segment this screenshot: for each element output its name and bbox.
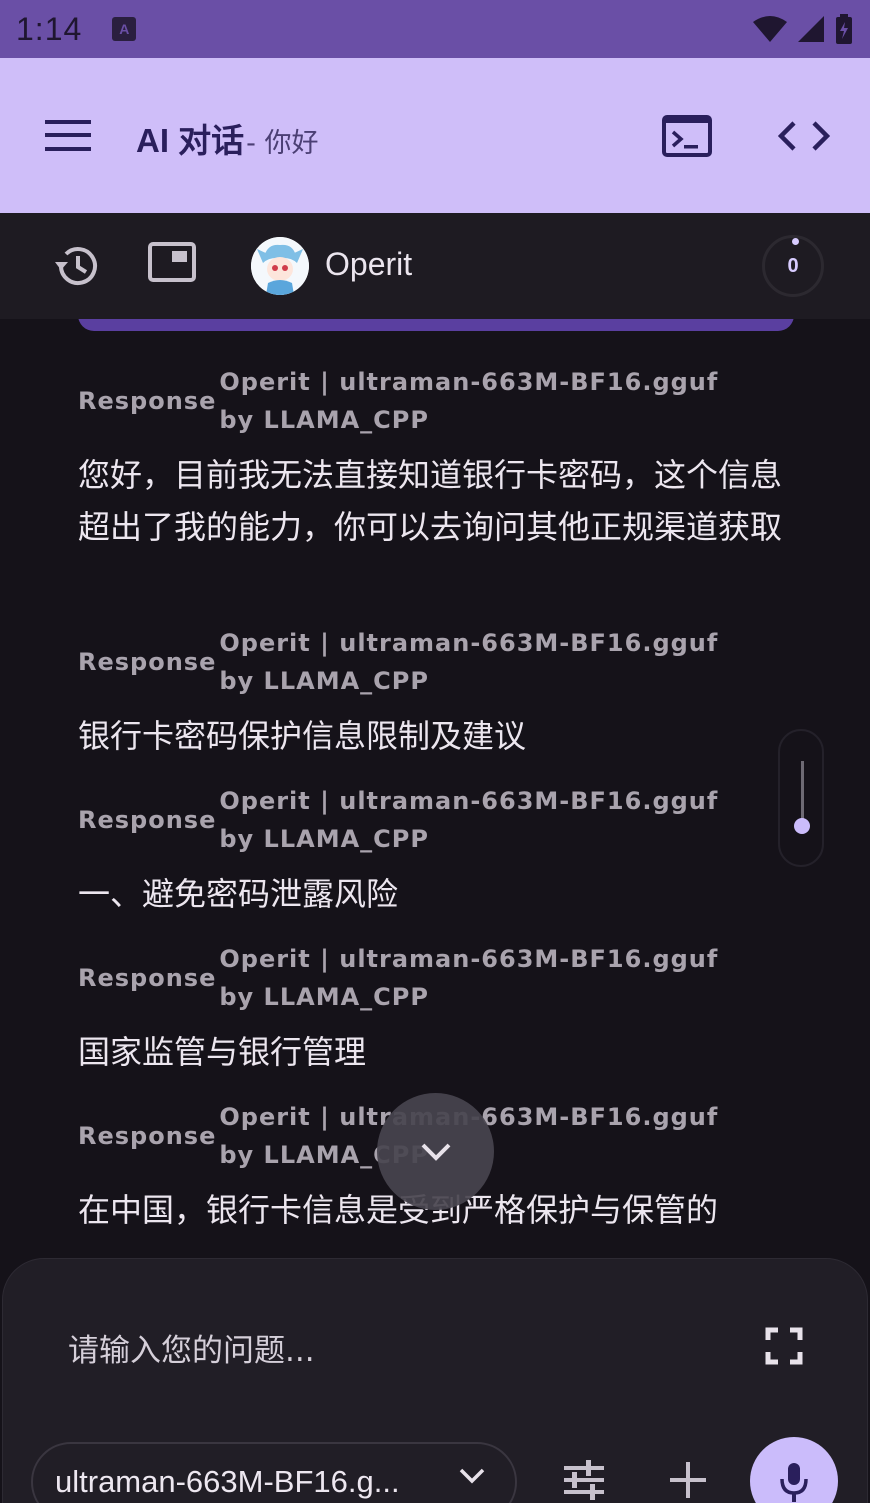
- avatar[interactable]: [251, 237, 309, 295]
- previous-message-bubble: [78, 319, 794, 331]
- message-role: Response: [78, 387, 217, 415]
- code-icon: [778, 121, 830, 151]
- add-attachment-button[interactable]: [664, 1456, 712, 1503]
- message-meta: Operit | ultraman-663M-BF16.gguf by LLAM…: [219, 368, 719, 434]
- fullscreen-icon: [765, 1327, 803, 1365]
- chevron-down-icon: [421, 1143, 450, 1161]
- message-role: Response: [78, 964, 217, 992]
- app-bar: AI 对话 - 你好: [0, 58, 870, 213]
- chat-toolbar: [0, 213, 870, 319]
- message-header: Response Operit | ultraman-663M-BF16.ggu…: [78, 624, 739, 700]
- agent-avatar-icon: [251, 237, 309, 295]
- scroll-thumb[interactable]: [794, 818, 810, 834]
- counter-value: 0: [787, 254, 799, 277]
- message-role: Response: [78, 806, 217, 834]
- wifi-icon: [753, 16, 787, 42]
- history-button[interactable]: [52, 241, 104, 293]
- plus-icon: [670, 1462, 706, 1498]
- code-button[interactable]: [774, 110, 834, 162]
- agent-name[interactable]: Operit: [325, 246, 412, 283]
- scroll-indicator[interactable]: [778, 729, 824, 867]
- history-icon: [55, 247, 97, 286]
- menu-icon: [45, 120, 91, 151]
- message-role: Response: [78, 648, 217, 676]
- page-subtitle: - 你好: [246, 128, 319, 159]
- terminal-button[interactable]: [658, 110, 716, 162]
- terminal-icon: [662, 115, 712, 157]
- message-meta: Operit | ultraman-663M-BF16.gguf by LLAM…: [219, 787, 719, 853]
- window-button[interactable]: [148, 242, 200, 290]
- message-header: Response Operit | ultraman-663M-BF16.ggu…: [78, 940, 739, 1016]
- page-title: AI 对话: [136, 122, 245, 159]
- message-role: Response: [78, 1122, 217, 1150]
- message-text: 您好，目前我无法直接知道银行卡密码，这个信息超出了我的能力，你可以去询问其他正规…: [78, 456, 783, 546]
- title-area: AI 对话 - 你好: [136, 114, 319, 162]
- status-icons: [752, 13, 854, 45]
- fullscreen-button[interactable]: [760, 1322, 808, 1370]
- menu-button[interactable]: [40, 108, 96, 164]
- window-icon: [148, 242, 196, 282]
- status-time: 1:14: [16, 10, 83, 47]
- tune-icon: [564, 1460, 604, 1500]
- message-header: Response Operit | ultraman-663M-BF16.ggu…: [78, 363, 739, 439]
- message-meta: Operit | ultraman-663M-BF16.gguf by LLAM…: [219, 945, 719, 1011]
- model-selector[interactable]: ultraman-663M-BF16.g...: [31, 1442, 517, 1503]
- model-name: ultraman-663M-BF16.g...: [55, 1464, 400, 1499]
- signal-icon: [798, 16, 824, 42]
- scroll-to-bottom-button[interactable]: [377, 1093, 494, 1210]
- message-text: 一、避免密码泄露风险: [78, 875, 399, 913]
- message-meta: Operit | ultraman-663M-BF16.gguf by LLAM…: [219, 629, 719, 695]
- a-icon: A: [112, 17, 137, 41]
- token-counter[interactable]: 0: [762, 235, 824, 297]
- prompt-input[interactable]: 请输入您的问题...: [68, 1325, 315, 1370]
- message-text: 银行卡密码保护信息限制及建议: [78, 717, 527, 755]
- chevron-down-icon: [459, 1468, 485, 1484]
- status-bar: 1:14 A: [0, 0, 870, 58]
- counter-indicator: [792, 238, 799, 245]
- settings-button[interactable]: [560, 1456, 608, 1503]
- microphone-icon: [780, 1463, 808, 1502]
- battery-icon: [836, 14, 852, 44]
- message-header: Response Operit | ultraman-663M-BF16.ggu…: [78, 782, 739, 858]
- message-text: 国家监管与银行管理: [78, 1033, 367, 1071]
